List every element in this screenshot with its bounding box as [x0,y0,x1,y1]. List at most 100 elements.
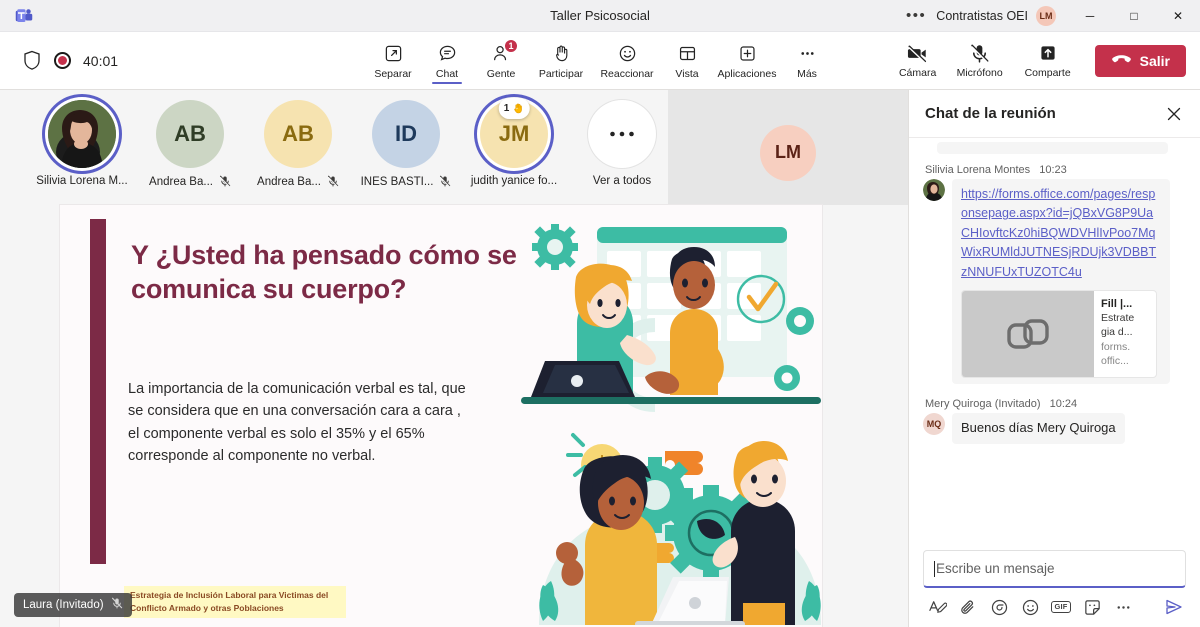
avatar: JM 1 [480,98,548,168]
toolbar-right: Cámara Micrófono Comparte Salir [891,32,1200,90]
avatar [48,100,116,168]
toolbar-label: Aplicaciones [717,67,777,80]
microphone-button[interactable]: Micrófono [947,32,1013,90]
participant-tile[interactable]: AB Andrea Ba... [244,100,352,188]
leave-button[interactable]: Salir [1094,44,1186,77]
status-badge: 1 [504,39,518,53]
toolbar-button-separar[interactable]: Separar [366,32,420,90]
participant-name: judith yanice fo... [470,175,558,187]
toolbar-button-aplicaciones[interactable]: Aplicaciones [714,32,780,90]
toolbar-label: Micrófono [956,67,1003,79]
toolbar-button-vista[interactable]: Vista [660,32,714,90]
format-text-icon[interactable] [927,597,947,617]
teams-logo-icon [14,6,34,26]
chat-compose-area: Escribe un mensaje GIF [909,540,1200,627]
toolbar-button-gente[interactable]: 1 Gente [474,32,528,90]
maximize-button[interactable]: □ [1112,0,1156,32]
close-button[interactable]: ✕ [1156,0,1200,32]
participant-tile[interactable]: Silivia Lorena M... [28,100,136,187]
message-bubble: Buenos días Mery Quiroga [952,412,1125,444]
avatar: LM [760,124,816,181]
more-horizontal-icon [588,100,656,168]
avatar [923,179,945,201]
message-row: MQ Buenos días Mery Quiroga [923,412,1186,444]
camera-button[interactable]: Cámara [891,32,945,90]
message-time: 10:24 [1049,397,1078,410]
send-icon[interactable] [1164,597,1184,617]
slide-footer: Estrategia de Inclusión Laboral para Vic… [124,585,346,619]
gif-icon[interactable]: GIF [1051,597,1071,617]
slide-title: Y ¿Usted ha pensado cómo se comunica su … [131,240,517,304]
message-link[interactable]: https://forms.office.com/pages/responsep… [961,187,1156,279]
more-horizontal-icon [798,43,817,65]
toolbar-left: 40:01 [0,50,300,72]
participant-tile[interactable]: JM 1 judith yanice fo... [460,98,568,187]
chat-message: Mery Quiroga (Invitado) 10:24 MQ Buenos … [923,398,1186,444]
share-button[interactable]: Comparte [1015,32,1081,90]
organization-label[interactable]: Contratistas OEI [936,9,1036,23]
text-caret [934,560,935,577]
participant-name-row: judith yanice fo... [471,175,557,187]
toolbar-button-participar[interactable]: Participar [528,32,594,90]
message-text: Buenos días Mery Quiroga [961,419,1116,435]
message-input[interactable]: Escribe un mensaje [923,550,1186,588]
attach-file-icon[interactable] [958,597,978,617]
close-icon[interactable] [1160,100,1188,128]
participant-tile[interactable]: AB Andrea Ba... [136,100,244,188]
title-more-icon[interactable]: ••• [896,7,936,24]
minimize-button[interactable]: ─ [1068,0,1112,32]
link-copy-icon [962,290,1094,377]
toolbar-button-mas[interactable]: Más [780,32,834,90]
message-time: 10:23 [1039,164,1067,176]
participant-name-row: Andrea Ba... [149,175,231,188]
speaker-tile[interactable]: LM [668,90,908,215]
see-all-tile[interactable]: Ver a todos [568,100,676,187]
two-people-laptop-calendar-illustration [515,215,822,425]
microphone-off-icon [439,175,451,188]
link-preview-description: Estrate gia d... [1101,312,1135,339]
more-horizontal-icon[interactable] [1113,597,1133,617]
share-screen-icon [1038,42,1058,64]
message-author: Mery Quiroga (Invitado) [925,397,1041,410]
participant-name: Andrea Ba... [257,175,321,188]
gif-label: GIF [1051,601,1071,613]
link-preview-card[interactable]: Fill |... Estrate gia d... forms. offic.… [961,289,1157,378]
loop-component-icon[interactable] [989,597,1009,617]
toolbar-label: Vista [675,67,699,80]
pop-out-icon [384,43,403,65]
meeting-toolbar: 40:01 Separar Chat 1 Gente Participar Re… [0,32,1200,90]
toolbar-button-chat[interactable]: Chat [420,32,474,90]
participant-name: INES BASTI... [360,175,434,188]
participant-name-row: Andrea Ba... [257,175,339,188]
compose-icon-row: GIF [923,588,1186,617]
avatar: ID [372,100,440,168]
microphone-off-icon [219,175,231,188]
link-preview-host: forms. offic... [1101,340,1131,367]
participant-name-row: Silivia Lorena M... [36,175,127,187]
emoji-icon[interactable] [1020,597,1040,617]
toolbar-label: Comparte [1024,67,1071,79]
toolbar-label: Más [797,67,817,80]
meeting-chat-panel: Chat de la reunión Silivia Lorena Montes… [908,90,1200,627]
toolbar-label: Gente [486,67,516,80]
chat-message-list[interactable]: Silivia Lorena Montes 10:23 https://form… [909,138,1200,540]
avatar[interactable]: LM [1036,5,1056,26]
toolbar-label: Cámara [898,67,937,79]
record-icon [54,52,71,69]
toolbar-button-reaccionar[interactable]: Reaccionar [594,32,660,90]
microphone-off-icon [327,175,339,188]
message-meta: Mery Quiroga (Invitado) 10:24 [925,398,1186,410]
raised-hand-badge: 1 [498,98,530,119]
participant-name-row: INES BASTI... [361,175,452,188]
raise-hand-icon [552,43,571,65]
link-preview-meta: Fill |... Estrate gia d... forms. offic.… [1094,291,1156,377]
toolbar-label: Separar [374,67,412,80]
shield-icon[interactable] [22,50,44,72]
camera-off-icon [907,42,928,64]
presentation-slide[interactable]: Y ¿Usted ha pensado cómo se comunica su … [60,205,822,627]
sticker-icon[interactable] [1082,597,1102,617]
microphone-off-icon [969,42,990,64]
participant-tile[interactable]: ID INES BASTI... [352,100,460,188]
meeting-body: Silivia Lorena M... AB Andrea Ba... AB A… [0,90,1200,627]
teams-meeting-window: Taller Psicosocial ••• Contratistas OEI … [0,0,1200,627]
